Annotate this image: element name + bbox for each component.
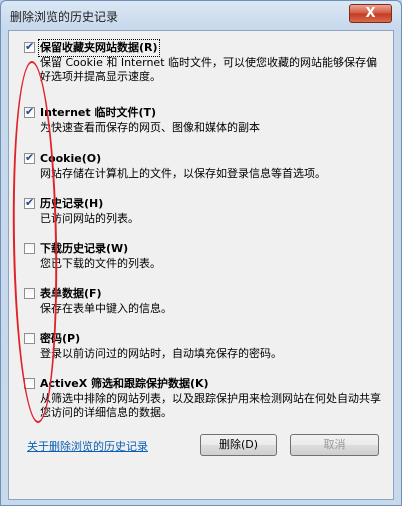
option-description: 登录以前访问过的网站时，自动填充保存的密码。 xyxy=(40,347,282,360)
checkmark-icon: ✔ xyxy=(25,40,35,53)
option-description: 已访问网站的列表。 xyxy=(40,212,139,225)
dialog-content: ✔ 保留收藏夹网站数据(R) 保留 Cookie 和 Internet 临时文件… xyxy=(8,30,394,500)
preserve-favorites-checkbox[interactable]: ✔ xyxy=(24,40,35,53)
cancel-button[interactable]: 取消 xyxy=(290,434,379,456)
option-description: 为快速查看而保存的网页、图像和媒体的副本 xyxy=(40,121,260,134)
delete-history-dialog: 删除浏览的历史记录 X ✔ 保留收藏夹网站数据(R) 保留 Cookie 和 I… xyxy=(0,0,402,506)
option-title[interactable]: Internet 临时文件(T) xyxy=(40,106,156,120)
option-title[interactable]: 保留收藏夹网站数据(R) xyxy=(38,39,160,57)
option-description: 您已下载的文件的列表。 xyxy=(40,257,161,270)
dialog-title: 删除浏览的历史记录 xyxy=(10,10,119,24)
delete-button[interactable]: 删除(D) xyxy=(200,434,277,456)
option-title[interactable]: ActiveX 筛选和跟踪保护数据(K) xyxy=(40,377,209,391)
title-bar[interactable]: 删除浏览的历史记录 X xyxy=(1,1,401,29)
option-description: 保留 Cookie 和 Internet 临时文件，可以使您收藏的网站能够保存偏… xyxy=(40,56,377,83)
option-description: 网站存储在计算机上的文件，以保存如登录信息等首选项。 xyxy=(40,167,326,180)
option-description: 从筛选中排除的网站列表，以及跟踪保护用来检测网站在何处自动共享您访问的详细信息的… xyxy=(40,392,381,419)
option-description: 保存在表单中键入的信息。 xyxy=(40,302,172,315)
close-button[interactable]: X xyxy=(349,4,392,23)
about-deleting-history-link[interactable]: 关于删除浏览的历史记录 xyxy=(27,438,148,454)
